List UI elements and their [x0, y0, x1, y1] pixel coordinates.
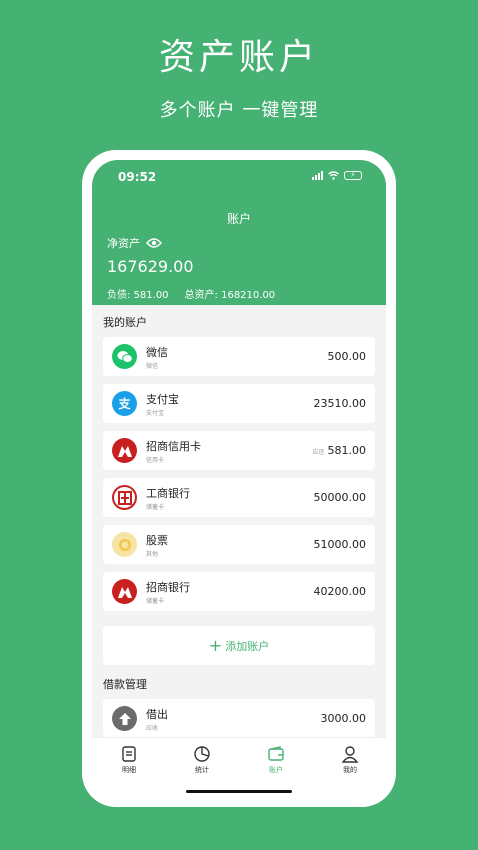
list-icon	[122, 746, 136, 762]
signal-icon	[312, 171, 323, 180]
account-amount: 51000.00	[313, 538, 367, 551]
cmb-icon	[112, 579, 137, 604]
account-amount: 23510.00	[313, 397, 367, 410]
add-account-label: 添加账户	[225, 639, 270, 653]
page-title: 账户	[226, 212, 251, 226]
account-type: 储蓄卡	[146, 504, 165, 511]
account-card-stocks[interactable]: 股票 其他 51000.00	[103, 525, 375, 564]
alipay-icon: 支	[112, 391, 137, 416]
account-type: 微信	[146, 363, 159, 370]
account-card-alipay[interactable]: 支 支付宝 支付宝 23510.00	[103, 384, 375, 423]
promo-title: 资产账户	[158, 37, 319, 78]
tab-label: 账户	[269, 766, 283, 774]
user-icon	[341, 746, 359, 763]
wallet-icon	[268, 746, 284, 761]
eye-icon[interactable]	[146, 238, 162, 248]
plus-icon: +	[208, 635, 223, 655]
battery-charging-icon: ⚡	[344, 171, 362, 180]
liabilities-text: 负债: 581.00	[107, 290, 169, 301]
account-name: 支付宝	[146, 393, 179, 406]
total-assets-text: 总资产: 168210.00	[184, 290, 276, 301]
account-card-cmb-bank[interactable]: 招商银行 储蓄卡 40200.00	[103, 572, 375, 611]
account-amount: 50000.00	[313, 491, 367, 504]
account-type: 支付宝	[146, 410, 165, 417]
cmb-icon	[112, 438, 137, 463]
account-name: 股票	[146, 534, 168, 547]
status-icons: ⚡	[312, 171, 362, 180]
add-account-button[interactable]: + 添加账户	[103, 626, 375, 665]
my-accounts-title: 我的账户	[103, 316, 147, 329]
net-assets-label-text: 净资产	[107, 237, 140, 250]
tab-accounts[interactable]: 账户	[251, 745, 301, 775]
tab-details[interactable]: 明细	[104, 745, 154, 775]
wechat-icon	[112, 344, 137, 369]
loan-name: 借出	[146, 708, 168, 721]
account-name: 微信	[146, 346, 168, 359]
account-card-wechat[interactable]: 微信 微信 500.00	[103, 337, 375, 376]
account-header: 09:52 ⚡ 账户 净资产 167629.00 负债: 581.00 总资产:…	[92, 160, 386, 305]
account-type: 其他	[146, 551, 159, 558]
account-amount: 应还 581.00	[312, 444, 366, 457]
arrow-up-icon	[112, 706, 137, 731]
account-amount: 40200.00	[313, 585, 367, 598]
wifi-icon	[328, 171, 339, 180]
loan-amount: 3000.00	[320, 712, 367, 725]
account-card-cmb-credit[interactable]: 招商信用卡 信用卡 应还 581.00	[103, 431, 375, 470]
net-assets-label: 净资产	[107, 235, 162, 251]
account-card-icbc[interactable]: 工商银行 储蓄卡 50000.00	[103, 478, 375, 517]
account-type: 信用卡	[146, 457, 165, 464]
loan-card-lend[interactable]: 借出 应收 3000.00	[103, 699, 375, 738]
phone-frame: 09:52 ⚡ 账户 净资产 167629.00 负债: 581.00 总资产:…	[82, 150, 396, 807]
account-type: 储蓄卡	[146, 598, 165, 605]
account-name: 招商银行	[146, 581, 190, 594]
tab-label: 统计	[195, 766, 209, 774]
account-name: 工商银行	[146, 487, 190, 500]
net-assets-value: 167629.00	[107, 257, 194, 276]
account-amount: 500.00	[327, 350, 367, 363]
tab-profile[interactable]: 我的	[325, 745, 375, 775]
account-amount-value: 581.00	[327, 444, 367, 457]
home-indicator	[186, 790, 292, 793]
amount-prefix: 应还	[312, 449, 325, 456]
tab-bar: 明细 统计 账户 我的	[92, 737, 386, 797]
status-time: 09:52	[118, 170, 157, 184]
app-screen: 09:52 ⚡ 账户 净资产 167629.00 负债: 581.00 总资产:…	[92, 160, 386, 797]
icbc-icon	[112, 485, 137, 510]
promo-subtitle: 多个账户 一键管理	[159, 100, 319, 121]
tab-stats[interactable]: 统计	[177, 745, 227, 775]
pie-chart-icon	[194, 746, 210, 762]
tab-label: 明细	[122, 766, 136, 774]
coin-icon	[112, 532, 137, 557]
asset-summary: 负债: 581.00 总资产: 168210.00	[107, 286, 275, 301]
loan-section-title: 借款管理	[103, 678, 147, 691]
account-name: 招商信用卡	[146, 440, 201, 453]
tab-label: 我的	[343, 766, 357, 774]
loan-type: 应收	[146, 725, 159, 732]
